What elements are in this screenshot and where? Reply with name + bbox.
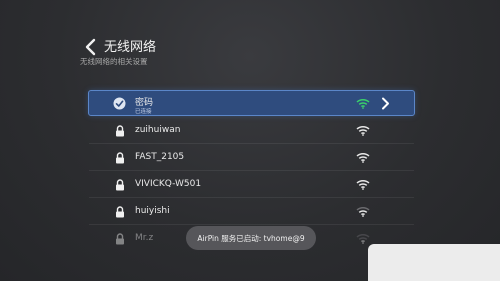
network-row[interactable]: zuihuiwan xyxy=(89,118,414,144)
network-name: zuihuiwan xyxy=(135,125,181,135)
network-name: Mr.z xyxy=(135,233,154,243)
network-row[interactable]: huiyishi xyxy=(89,199,414,225)
page-title: 无线网络 xyxy=(104,40,157,55)
wifi-signal-icon xyxy=(356,206,370,217)
network-name: VIVICKQ-W501 xyxy=(135,179,202,189)
lock-icon xyxy=(116,206,124,218)
lock-icon xyxy=(116,152,124,164)
lock-icon xyxy=(116,125,124,137)
wifi-signal-icon xyxy=(356,152,370,163)
lock-icon xyxy=(116,179,124,191)
toast-notification: AirPin 服务已启动: tvhome@9 xyxy=(186,226,316,250)
network-name: FAST_2105 xyxy=(135,152,185,162)
network-row[interactable]: FAST_2105 xyxy=(89,145,414,171)
chevron-right-icon[interactable] xyxy=(381,97,390,110)
lock-icon xyxy=(116,233,124,245)
check-icon xyxy=(113,97,126,110)
network-row-connected[interactable]: 密码 已连接 xyxy=(88,90,415,116)
network-row[interactable]: VIVICKQ-W501 xyxy=(89,172,414,198)
corner-overlay xyxy=(368,244,500,281)
page-subtitle: 无线网络的相关设置 xyxy=(80,57,148,66)
wifi-signal-icon xyxy=(356,233,370,244)
wifi-signal-icon xyxy=(356,179,370,190)
wifi-signal-icon xyxy=(356,125,370,136)
network-name: huiyishi xyxy=(135,206,170,216)
wifi-signal-icon xyxy=(356,98,370,109)
back-arrow-icon[interactable] xyxy=(84,38,98,56)
network-status: 已连接 xyxy=(135,109,152,115)
